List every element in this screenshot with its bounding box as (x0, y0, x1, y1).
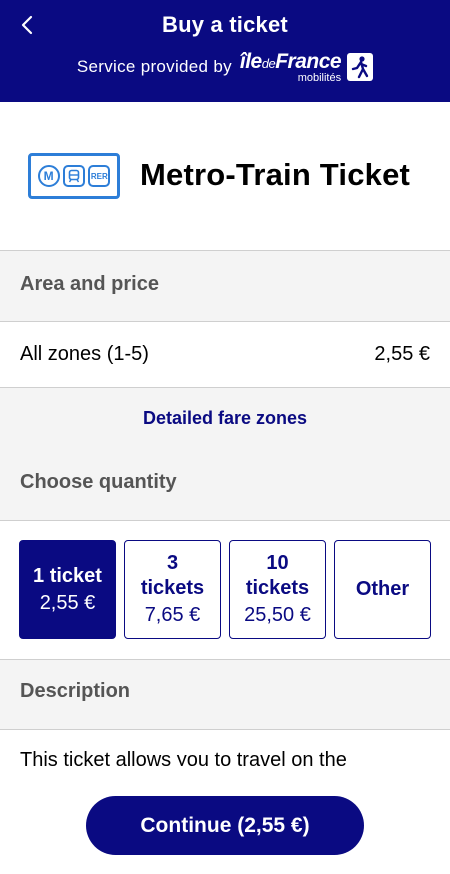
metro-icon: M (37, 165, 60, 187)
qty-option-price: 2,55 € (39, 591, 96, 614)
quantity-options: 1 ticket 2,55 € 3 tickets 7,65 € 10 tick… (0, 521, 450, 659)
rer-icon: RER (88, 165, 111, 187)
qty-option-label: 3 tickets (140, 552, 205, 599)
qty-option-other[interactable]: Other (334, 540, 431, 639)
description-header: Description (0, 660, 450, 730)
qty-option-10-tickets[interactable]: 10 tickets 25,50 € (229, 540, 326, 639)
quantity-label: Choose quantity (20, 471, 177, 493)
description-text: This ticket allows you to travel on the (20, 749, 347, 766)
logo-prefix: île (239, 49, 262, 73)
iledefrance-mobilites-logo: îledeFrance mobilités (239, 49, 374, 84)
description-label: Description (20, 680, 131, 702)
qty-option-label: 10 tickets (245, 552, 310, 599)
footer: Continue (2,55 €) (0, 766, 450, 874)
qty-option-label: Other (355, 578, 410, 600)
zone-row: All zones (1-5) 2,55 € (0, 322, 450, 387)
product-section: M RER Metro-Train Ticket (0, 102, 450, 250)
qty-option-label: 1 ticket (33, 564, 102, 587)
area-header: Area and price (0, 251, 450, 322)
train-icon (62, 165, 85, 187)
product-title: Metro-Train Ticket (140, 157, 411, 192)
qty-option-1-ticket[interactable]: 1 ticket 2,55 € (19, 540, 116, 639)
zone-name: All zones (1-5) (20, 343, 149, 365)
description-body: This ticket allows you to travel on the (0, 730, 450, 766)
walking-person-icon (347, 53, 374, 81)
logo-main-text: îledeFrance (239, 49, 342, 73)
qty-option-price: 25,50 € (244, 604, 311, 626)
logo-sub-text: mobilités (297, 71, 342, 84)
metro-train-rer-icon: M RER (28, 153, 120, 199)
qty-option-3-tickets[interactable]: 3 tickets 7,65 € (124, 540, 221, 639)
continue-button[interactable]: Continue (2,55 €) (86, 796, 364, 855)
page-title: Buy a ticket (162, 12, 288, 37)
app-header: Buy a ticket Service provided by îledeFr… (0, 0, 450, 102)
area-label: Area and price (20, 273, 159, 295)
detailed-fare-zones-link[interactable]: Detailed fare zones (0, 408, 450, 429)
qty-option-price: 7,65 € (144, 604, 201, 626)
logo-de: de (261, 55, 276, 71)
provider-row: Service provided by îledeFrance mobilité… (0, 50, 450, 84)
provider-text: Service provided by (76, 57, 232, 76)
logo-suffix: France (275, 49, 342, 73)
zone-price: 2,55 € (374, 343, 430, 365)
